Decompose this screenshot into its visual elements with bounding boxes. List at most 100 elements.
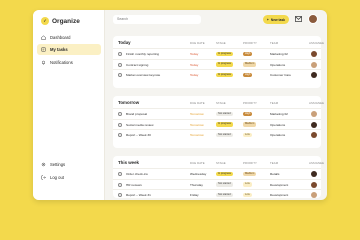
assignee-avatar[interactable]: [311, 132, 317, 138]
priority-badge: Medium: [243, 62, 257, 67]
stage-badge: Not started: [216, 182, 233, 187]
task-checkbox[interactable]: [118, 133, 122, 137]
task-checkbox[interactable]: [118, 182, 122, 187]
priority-badge: Medium: [243, 122, 257, 127]
task-name: Report – Week 31: [126, 193, 151, 197]
table-row[interactable]: Social media review Tomorrow In progress Me…: [113, 118, 321, 129]
due-date: Today: [190, 52, 199, 56]
new-task-button[interactable]: + New task: [263, 15, 289, 24]
assignee-avatar[interactable]: [311, 181, 317, 188]
logout-button[interactable]: Log out: [37, 172, 101, 183]
column-header-assignee: ASSIGNEE: [309, 41, 325, 45]
plus-icon: +: [266, 17, 269, 22]
priority-badge: High: [243, 72, 253, 77]
gear-icon: [41, 162, 46, 167]
logo-icon: ✓: [41, 17, 49, 25]
app-window: ✓ Organize Dashboard My tasks Notificati…: [33, 10, 327, 200]
column-header-due: DUE DATE: [190, 101, 205, 105]
task-checkbox[interactable]: [118, 62, 122, 67]
assignee-avatar[interactable]: [311, 121, 317, 128]
assignee-avatar[interactable]: [311, 192, 317, 198]
table-row[interactable]: Market overview keynote Today In progress H…: [113, 69, 321, 79]
sidebar-item-my-tasks[interactable]: My tasks: [37, 44, 101, 55]
task-checkbox[interactable]: [118, 172, 122, 176]
due-date: Thursday: [190, 182, 203, 187]
assignee-avatar[interactable]: [311, 111, 317, 117]
task-section: This week DUE DATE STAGE PRIORITY TEAM ASSIGN…: [113, 156, 324, 199]
section-title: This week: [118, 160, 139, 165]
column-header-team: TEAM: [270, 161, 279, 165]
mail-icon[interactable]: [295, 16, 302, 22]
column-header-team: TEAM: [270, 101, 279, 105]
sidebar-item-label: Notifications: [50, 60, 73, 65]
sidebar: ✓ Organize Dashboard My tasks Notificati…: [33, 10, 105, 200]
topbar: Search + New task: [111, 14, 323, 26]
task-name: HR reviews: [126, 182, 142, 187]
task-checkbox[interactable]: [118, 52, 122, 56]
due-date: Wednesday: [190, 172, 207, 176]
stage-badge: In progress: [216, 62, 233, 67]
stage-badge: Not started: [216, 132, 233, 137]
priority-badge: High: [243, 51, 253, 56]
sidebar-item-label: Log out: [50, 175, 64, 180]
sidebar-item-settings[interactable]: Settings: [37, 159, 101, 170]
priority-badge: Low: [243, 182, 252, 187]
table-row[interactable]: Finish monthly reporting Today In progress…: [113, 48, 321, 58]
column-header-priority: PRIORITY: [243, 101, 258, 105]
assignee-avatar[interactable]: [311, 51, 317, 57]
assignee-avatar[interactable]: [311, 61, 317, 68]
task-name: Order check-ins: [126, 172, 148, 176]
table-row[interactable]: Report – Week 31 Friday Not started Low Deve…: [113, 189, 321, 199]
avatar[interactable]: [308, 14, 318, 24]
tasks-icon: [41, 47, 46, 52]
column-header-due: DUE DATE: [190, 161, 205, 165]
sidebar-item-label: Dashboard: [50, 35, 71, 40]
stage-badge: In progress: [216, 51, 233, 56]
column-header-team: TEAM: [270, 41, 279, 45]
task-checkbox[interactable]: [118, 73, 122, 77]
task-checkbox[interactable]: [118, 122, 122, 127]
due-date: Friday: [190, 193, 199, 197]
column-header-stage: STAGE: [216, 161, 226, 165]
task-checkbox[interactable]: [118, 193, 122, 197]
new-task-label: New task: [270, 17, 286, 22]
assignee-avatar[interactable]: [311, 171, 317, 177]
column-header-due: DUE DATE: [190, 41, 205, 45]
team-name: Retails: [270, 172, 280, 176]
sidebar-item-label: My tasks: [50, 47, 68, 52]
task-name: Market overview keynote: [126, 73, 161, 77]
table-row[interactable]: Brand proposal Tomorrow Not started High Mar…: [113, 108, 321, 118]
team-name: Operations: [270, 62, 286, 67]
stage-badge: In progress: [216, 72, 233, 77]
column-header-priority: PRIORITY: [243, 161, 258, 165]
due-date: Tomorrow: [190, 122, 204, 127]
section-title: Today: [118, 40, 131, 45]
priority-badge: Low: [243, 132, 252, 137]
search-input[interactable]: Search: [113, 15, 201, 24]
column-header-stage: STAGE: [216, 101, 226, 105]
stage-badge: In progress: [216, 171, 233, 176]
task-name: Contract signing: [126, 62, 149, 67]
team-name: Development: [270, 182, 289, 187]
sidebar-item-notifications[interactable]: Notifications: [37, 57, 101, 68]
task-checkbox[interactable]: [118, 112, 122, 116]
sidebar-item-dashboard[interactable]: Dashboard: [37, 32, 101, 43]
priority-badge: Low: [243, 192, 252, 197]
table-row[interactable]: Contract signing Today In progress Medium Op…: [113, 58, 321, 69]
due-date: Tomorrow: [190, 112, 204, 116]
home-icon: [41, 35, 46, 40]
task-name: Social media review: [126, 122, 154, 127]
team-name: Marketing 02: [270, 52, 288, 56]
assignee-avatar[interactable]: [311, 72, 317, 78]
team-name: Operations: [270, 122, 286, 127]
sidebar-item-label: Settings: [50, 162, 66, 167]
stage-badge: Not started: [216, 192, 233, 197]
due-date: Today: [190, 73, 199, 77]
app-logo: ✓ Organize: [41, 17, 80, 25]
due-date: Today: [190, 62, 199, 67]
task-name: Finish monthly reporting: [126, 52, 160, 56]
table-row[interactable]: Order check-ins Wednesday In progress Mediu…: [113, 168, 321, 178]
team-name: Operations: [270, 133, 286, 137]
table-row[interactable]: HR reviews Thursday Not started Low Developm…: [113, 178, 321, 189]
table-row[interactable]: Report – Week 30 Tomorrow Not started Low Op…: [113, 129, 321, 139]
